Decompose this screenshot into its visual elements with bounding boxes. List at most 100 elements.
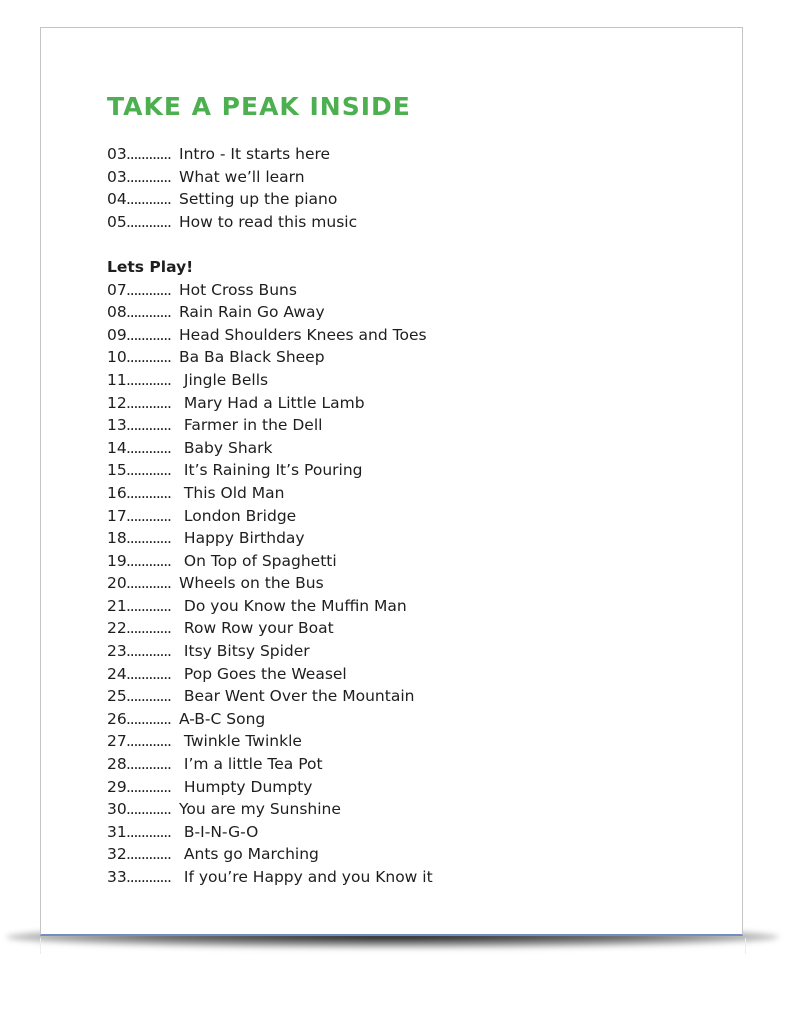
page-number: 12 (107, 393, 127, 412)
page-number: 14 (107, 438, 127, 457)
entry-title: Bear Went Over the Mountain (179, 687, 415, 706)
dot-leader: ............ (126, 574, 172, 593)
entry-title: Happy Birthday (179, 529, 305, 548)
toc-entry: 24............ Pop Goes the Weasel (107, 663, 433, 686)
entry-title: Ants go Marching (179, 845, 319, 864)
entry-title: This Old Man (179, 483, 285, 502)
dot-leader: ............ (126, 348, 172, 367)
dot-leader: ............ (126, 303, 172, 322)
toc-entry: 21............ Do you Know the Muffin Ma… (107, 595, 433, 618)
page-number: 29 (107, 777, 127, 796)
toc-entry: 07............ Hot Cross Buns (107, 279, 433, 302)
dot-leader: ............ (126, 845, 172, 864)
dot-leader: ............ (126, 167, 172, 186)
entry-title: Pop Goes the Weasel (179, 664, 347, 683)
page-number: 07 (107, 280, 127, 299)
toc-entry: 32............ Ants go Marching (107, 843, 433, 866)
toc-entry: 27............ Twinkle Twinkle (107, 730, 433, 753)
page-number: 13 (107, 416, 127, 435)
toc-entry: 11............ Jingle Bells (107, 369, 433, 392)
page-number: 25 (107, 687, 127, 706)
page-number: 26 (107, 709, 127, 728)
toc-entry: 22............ Row Row your Boat (107, 617, 433, 640)
entry-title: Baby Shark (179, 438, 273, 457)
entry-title: What we’ll learn (179, 167, 305, 186)
entry-title: Jingle Bells (179, 370, 269, 389)
dot-leader: ............ (126, 483, 172, 502)
page-number: 09 (107, 325, 127, 344)
entry-title: Mary Had a Little Lamb (179, 393, 365, 412)
document-page: TAKE A PEAK INSIDE 03............ Intro -… (40, 27, 743, 936)
page-number: 22 (107, 619, 127, 638)
entry-title: Head Shoulders Knees and Toes (179, 325, 427, 344)
toc-entry: 08............ Rain Rain Go Away (107, 301, 433, 324)
toc-entry: 05............ How to read this music (107, 211, 433, 234)
dot-leader: ............ (126, 370, 172, 389)
page-number: 32 (107, 845, 127, 864)
entry-title: Wheels on the Bus (179, 574, 324, 593)
dot-leader: ............ (126, 190, 172, 209)
dot-leader: ............ (126, 506, 172, 525)
entry-title: Humpty Dumpty (179, 777, 313, 796)
page-number: 08 (107, 303, 127, 322)
dot-leader: ............ (126, 800, 172, 819)
toc-entry: 13............ Farmer in the Dell (107, 414, 433, 437)
page-number: 19 (107, 551, 127, 570)
entry-title: If you’re Happy and you Know it (179, 868, 433, 886)
page-number: 10 (107, 348, 127, 367)
entry-title: On Top of Spaghetti (179, 551, 337, 570)
entry-title: B-I-N-G-O (179, 822, 259, 841)
toc-entry: 17............ London Bridge (107, 505, 433, 528)
dot-leader: ............ (126, 551, 172, 570)
entry-title: It’s Raining It’s Pouring (179, 461, 363, 480)
entry-title: Twinkle Twinkle (179, 732, 302, 751)
page-title: TAKE A PEAK INSIDE (107, 92, 411, 121)
toc-entry: 12............ Mary Had a Little Lamb (107, 392, 433, 415)
entry-title: Ba Ba Black Sheep (179, 348, 325, 367)
dot-leader: ............ (126, 529, 172, 548)
page-number: 03 (107, 167, 127, 186)
page-number: 28 (107, 755, 127, 774)
entry-title: I’m a little Tea Pot (179, 755, 323, 774)
toc-entry: 14............ Baby Shark (107, 437, 433, 460)
entry-title: A-B-C Song (179, 709, 266, 728)
toc-entry: 29............ Humpty Dumpty (107, 776, 433, 799)
toc-entry: 04............ Setting up the piano (107, 188, 433, 211)
dot-leader: ............ (126, 732, 172, 751)
page-number: 30 (107, 800, 127, 819)
toc-entry: 33............ If you’re Happy and you K… (107, 866, 433, 889)
dot-leader: ............ (126, 619, 172, 638)
page-number: 21 (107, 596, 127, 615)
dot-leader: ............ (126, 438, 172, 457)
page-number: 15 (107, 461, 127, 480)
song-entries: 07............ Hot Cross Buns 08..........… (107, 279, 433, 889)
page-number: 31 (107, 822, 127, 841)
dot-leader: ............ (126, 596, 172, 615)
dot-leader: ............ (126, 642, 172, 661)
page-number: 04 (107, 190, 127, 209)
page-number: 05 (107, 212, 127, 231)
toc-entry: 09............ Head Shoulders Knees and T… (107, 324, 433, 347)
dot-leader: ............ (126, 687, 172, 706)
intro-entries: 03............ Intro - It starts here 03..… (107, 143, 433, 233)
toc-entry: 31............ B-I-N-G-O (107, 821, 433, 844)
toc-entry: 03............ Intro - It starts here (107, 143, 433, 166)
dot-leader: ............ (126, 461, 172, 480)
dot-leader: ............ (126, 709, 172, 728)
page-number: 03 (107, 145, 127, 163)
toc-entry: 16............ This Old Man (107, 482, 433, 505)
entry-title: Itsy Bitsy Spider (179, 642, 310, 661)
page-number: 17 (107, 506, 127, 525)
dot-leader: ............ (126, 868, 172, 886)
dot-leader: ............ (126, 755, 172, 774)
dot-leader: ............ (126, 212, 172, 231)
toc-entry: 28............ I’m a little Tea Pot (107, 753, 433, 776)
toc-entry: 25............ Bear Went Over the Mounta… (107, 685, 433, 708)
entry-title: You are my Sunshine (179, 800, 341, 819)
page-number: 16 (107, 483, 127, 502)
page-number: 27 (107, 732, 127, 751)
entry-title: London Bridge (179, 506, 297, 525)
page-number: 23 (107, 642, 127, 661)
entry-title: Hot Cross Buns (179, 280, 297, 299)
toc-entry: 26............ A-B-C Song (107, 708, 433, 731)
